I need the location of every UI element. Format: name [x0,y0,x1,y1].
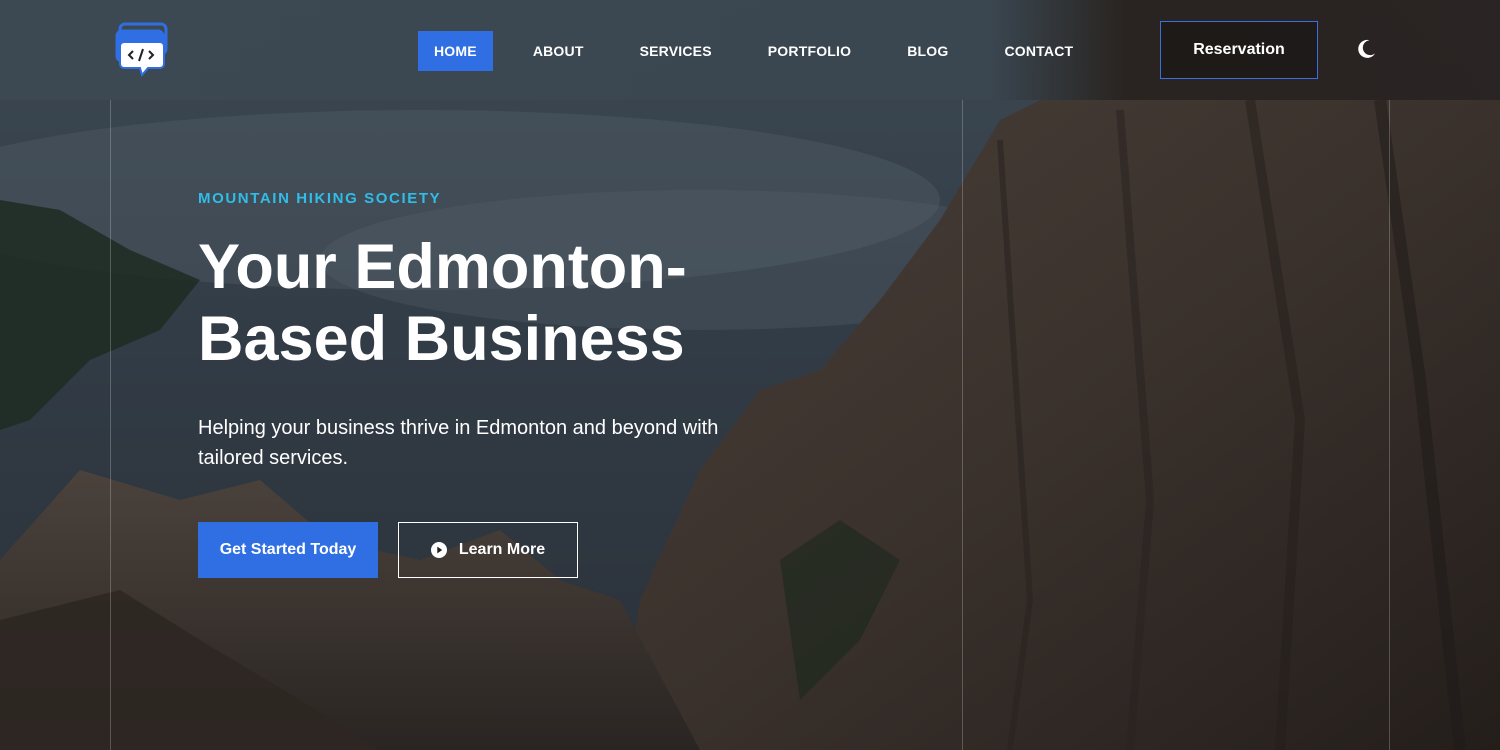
main-nav: HOME ABOUT SERVICES PORTFOLIO BLOG CONTA… [418,31,1113,71]
nav-item-services[interactable]: SERVICES [624,31,728,71]
hero-section: HOME ABOUT SERVICES PORTFOLIO BLOG CONTA… [0,0,1500,750]
nav-item-contact[interactable]: CONTACT [988,31,1089,71]
hero-headline: Your Edmonton-Based Business [198,232,687,374]
reservation-button[interactable]: Reservation [1160,21,1318,79]
hero-eyebrow: MOUNTAIN HIKING SOCIETY [198,190,442,207]
hero-cta-group: Get Started Today Learn More [198,522,578,578]
site-header: HOME ABOUT SERVICES PORTFOLIO BLOG CONTA… [0,0,1500,100]
learn-more-button[interactable]: Learn More [398,522,578,578]
play-circle-icon [430,542,447,558]
vertical-guide-line [1389,100,1390,750]
nav-item-blog[interactable]: BLOG [891,31,964,71]
code-chat-icon[interactable] [114,22,170,78]
hero-subtext: Helping your business thrive in Edmonton… [198,417,719,469]
nav-item-about[interactable]: ABOUT [517,31,600,71]
get-started-button[interactable]: Get Started Today [198,522,378,578]
hero-content: MOUNTAIN HIKING SOCIETY Your Edmonton-Ba… [198,190,758,473]
nav-item-home[interactable]: HOME [418,31,493,71]
learn-more-label: Learn More [458,541,546,558]
vertical-guide-line [962,100,963,750]
nav-item-portfolio[interactable]: PORTFOLIO [752,31,867,71]
vertical-guide-line [110,100,111,750]
moon-icon[interactable] [1354,37,1378,61]
